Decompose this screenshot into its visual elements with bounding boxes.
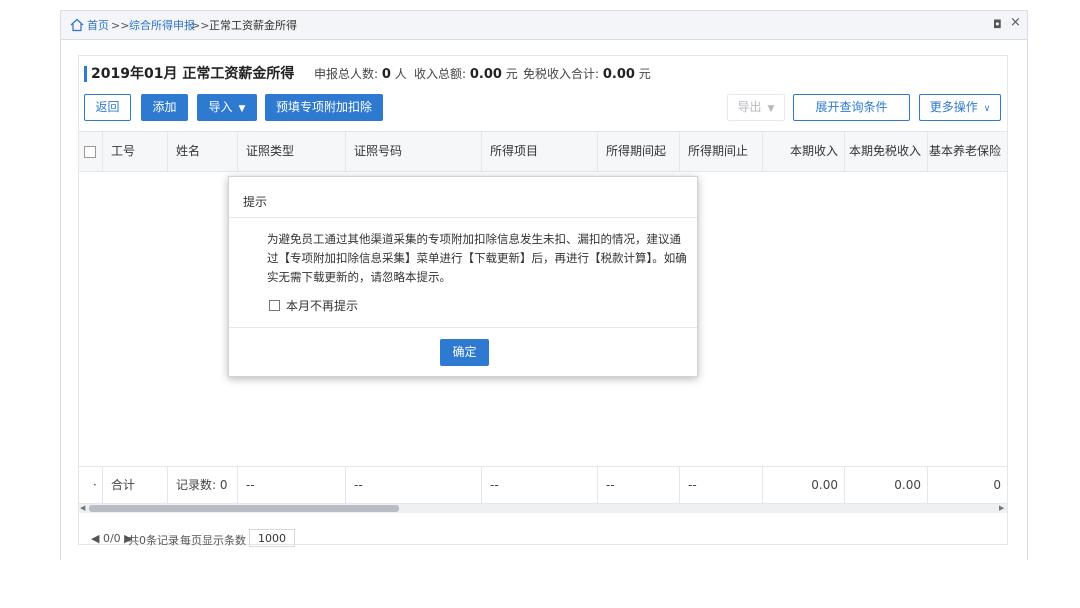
summary-cell: -- bbox=[346, 467, 482, 503]
col-id-type[interactable]: 证照类型 bbox=[238, 132, 346, 171]
dialog-title: 提示 bbox=[243, 195, 268, 209]
summary-label: 合计 bbox=[103, 467, 168, 503]
col-tax-free-income[interactable]: 本期免税收入 bbox=[845, 132, 928, 171]
chevron-down-icon: ▼ bbox=[767, 104, 775, 114]
title-accent-bar bbox=[84, 66, 87, 82]
dont-remind-checkbox[interactable]: 本月不再提示 bbox=[269, 297, 358, 314]
dont-remind-label: 本月不再提示 bbox=[286, 299, 359, 313]
select-all-checkbox[interactable] bbox=[79, 132, 103, 171]
restore-icon[interactable]: ◘ bbox=[993, 18, 1002, 32]
scroll-right-icon[interactable]: ▶ bbox=[999, 504, 1004, 513]
scroll-left-icon[interactable]: ◀ bbox=[80, 504, 85, 513]
title-bar: 首页 >> 综合所得申报 >> 正常工资薪金所得 ◘ × bbox=[61, 10, 1027, 40]
prefill-special-deduction-button[interactable]: 预填专项附加扣除 bbox=[265, 94, 383, 121]
col-period-start[interactable]: 所得期间起 bbox=[598, 132, 680, 171]
checkbox-icon[interactable] bbox=[269, 300, 280, 311]
add-button[interactable]: 添加 bbox=[141, 94, 188, 121]
stat-total-income: 收入总额: 0.00 元 bbox=[414, 67, 518, 82]
ok-button[interactable]: 确定 bbox=[440, 339, 489, 366]
summary-cell: -- bbox=[238, 467, 346, 503]
chevron-down-icon: ▼ bbox=[238, 104, 246, 114]
dialog-divider bbox=[229, 217, 697, 218]
dialog-divider bbox=[229, 327, 697, 328]
chevron-down-icon: ∨ bbox=[983, 104, 991, 114]
breadcrumb-current: 正常工资薪金所得 bbox=[209, 19, 297, 32]
expand-query-button[interactable]: 展开查询条件 bbox=[793, 94, 910, 121]
per-page-input[interactable]: 1000 bbox=[249, 529, 295, 547]
breadcrumb-home[interactable]: 首页 bbox=[87, 19, 109, 33]
col-id-number[interactable]: 证照号码 bbox=[346, 132, 482, 171]
stat-tax-free-income: 免税收入合计: 0.00 元 bbox=[523, 67, 651, 82]
page-title: 2019年01月 正常工资薪金所得 bbox=[91, 66, 295, 82]
summary-row: · 合计 记录数: 0 -- -- -- -- -- 0.00 0.00 0 bbox=[79, 466, 1007, 504]
back-button[interactable]: 返回 bbox=[84, 94, 131, 121]
col-period-end[interactable]: 所得期间止 bbox=[680, 132, 763, 171]
pager-per-page-label: 每页显示条数 bbox=[180, 534, 246, 547]
col-name[interactable]: 姓名 bbox=[168, 132, 238, 171]
home-icon[interactable] bbox=[70, 18, 84, 32]
dialog-message: 为避免员工通过其他渠道采集的专项附加扣除信息发生未扣、漏扣的情况，建议通过【专项… bbox=[267, 232, 687, 284]
more-actions-label: 更多操作 bbox=[929, 100, 978, 114]
more-actions-button[interactable]: 更多操作 ∨ bbox=[919, 94, 1001, 121]
summary-record-count: 记录数: 0 bbox=[168, 467, 238, 503]
col-basic-pension[interactable]: 基本养老保险 bbox=[928, 132, 1007, 171]
pager-nav[interactable]: ◀ 0/0 ▶ bbox=[91, 532, 133, 545]
pager-total: 共0条记录 bbox=[128, 534, 179, 547]
table-header: 工号 姓名 证照类型 证照号码 所得项目 所得期间起 所得期间止 本期收入 本期… bbox=[79, 131, 1007, 172]
summary-current-income: 0.00 bbox=[763, 467, 845, 503]
prompt-dialog: 提示 为避免员工通过其他渠道采集的专项附加扣除信息发生未扣、漏扣的情况，建议通过… bbox=[228, 176, 698, 377]
export-label: 导出 bbox=[737, 100, 762, 114]
col-income-item[interactable]: 所得项目 bbox=[482, 132, 598, 171]
col-current-income[interactable]: 本期收入 bbox=[763, 132, 845, 171]
breadcrumb-separator: >> bbox=[111, 19, 130, 32]
close-icon[interactable]: × bbox=[1010, 16, 1021, 30]
import-button[interactable]: 导入 ▼ bbox=[197, 94, 257, 121]
summary-cell: -- bbox=[680, 467, 763, 503]
summary-dot: · bbox=[79, 467, 103, 503]
scrollbar-thumb[interactable] bbox=[89, 505, 399, 512]
breadcrumb-comprehensive-income[interactable]: 综合所得申报 bbox=[129, 19, 195, 33]
summary-cell: -- bbox=[482, 467, 598, 503]
summary-basic-pension: 0 bbox=[993, 478, 1001, 492]
breadcrumb-separator: >> bbox=[191, 19, 210, 32]
export-button[interactable]: 导出 ▼ bbox=[727, 94, 785, 121]
summary-tax-free-income: 0.00 bbox=[845, 467, 928, 503]
summary-cell: -- bbox=[598, 467, 680, 503]
col-employee-id[interactable]: 工号 bbox=[103, 132, 168, 171]
horizontal-scrollbar[interactable]: ◀ ▶ bbox=[79, 504, 1007, 513]
import-label: 导入 bbox=[208, 100, 233, 114]
stat-total-people: 申报总人数: 0 人 bbox=[314, 67, 407, 82]
